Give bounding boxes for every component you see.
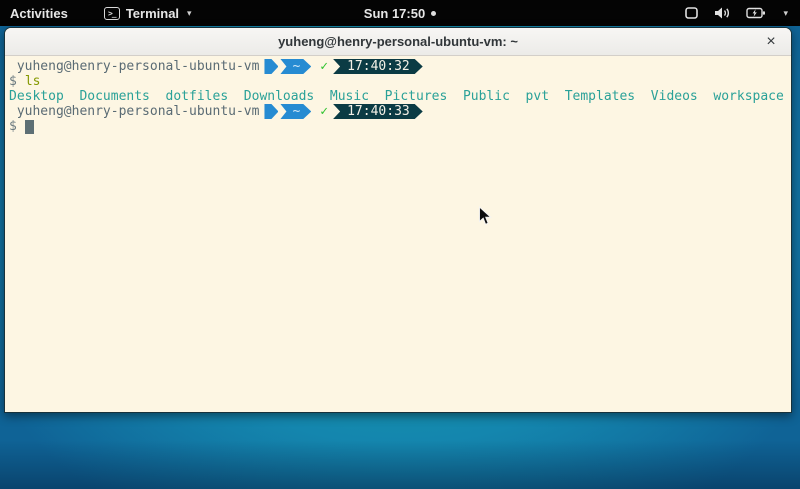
activities-button[interactable]: Activities: [10, 6, 68, 21]
prompt-time-segment: 17:40:32: [333, 59, 423, 74]
system-status-area[interactable]: ▾: [684, 6, 788, 20]
prompt-time-segment: 17:40:33: [333, 104, 423, 119]
shell-prompt-symbol: $: [9, 119, 17, 134]
desktop: Activities >_ Terminal ▾ Sun 17:50: [0, 0, 800, 489]
prompt-line: yuheng@henry-personal-ubuntu-vm ~ ✓ 17:4…: [9, 59, 787, 74]
top-bar: Activities >_ Terminal ▾ Sun 17:50: [0, 0, 800, 26]
ls-output: Desktop Documents dotfiles Downloads Mus…: [9, 89, 787, 104]
battery-icon: [746, 6, 766, 20]
app-menu-label: Terminal: [126, 6, 179, 21]
window-title: yuheng@henry-personal-ubuntu-vm: ~: [278, 34, 518, 49]
prompt-user-host: yuheng@henry-personal-ubuntu-vm: [9, 59, 259, 74]
text-cursor: [25, 120, 34, 134]
network-icon: [684, 6, 699, 20]
prompt-line: yuheng@henry-personal-ubuntu-vm ~ ✓ 17:4…: [9, 104, 787, 119]
notification-dot-icon: [431, 11, 436, 16]
powerline-arrow-icon: [264, 104, 278, 119]
powerline-arrow-icon: [264, 59, 278, 74]
shell-prompt-symbol: $: [9, 74, 17, 89]
mouse-cursor: [478, 206, 492, 231]
terminal-icon: >_: [104, 7, 120, 20]
input-line[interactable]: $: [9, 119, 787, 134]
status-ok-icon: ✓: [320, 104, 328, 119]
window-titlebar[interactable]: yuheng@henry-personal-ubuntu-vm: ~ ×: [5, 28, 791, 56]
command-line: $ ls: [9, 74, 787, 89]
terminal-screen[interactable]: yuheng@henry-personal-ubuntu-vm ~ ✓ 17:4…: [5, 56, 791, 413]
clock[interactable]: Sun 17:50: [364, 6, 425, 21]
chevron-down-icon: ▾: [783, 8, 788, 19]
terminal-window: yuheng@henry-personal-ubuntu-vm: ~ × yuh…: [4, 27, 792, 413]
prompt-user-host: yuheng@henry-personal-ubuntu-vm: [9, 104, 259, 119]
prompt-path-segment: ~: [280, 59, 311, 74]
chevron-down-icon: ▾: [187, 8, 192, 19]
prompt-path-segment: ~: [280, 104, 311, 119]
status-ok-icon: ✓: [320, 59, 328, 74]
close-icon[interactable]: ×: [759, 28, 783, 55]
typed-command: ls: [25, 74, 41, 89]
volume-icon: [714, 6, 731, 20]
app-menu-terminal[interactable]: >_ Terminal ▾: [104, 6, 192, 21]
